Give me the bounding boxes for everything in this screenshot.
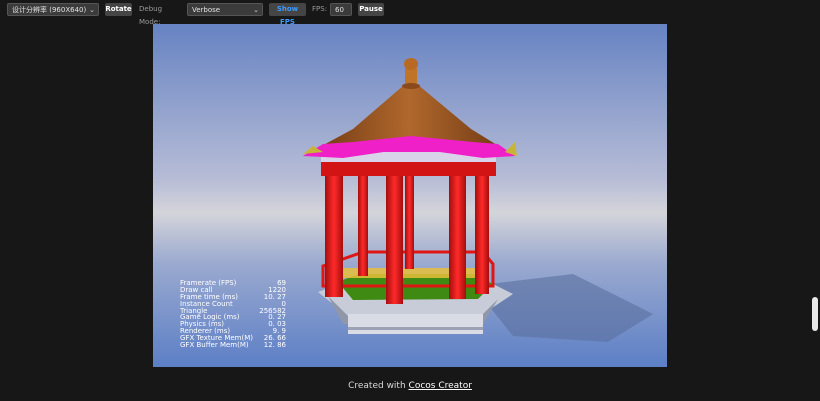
toolbar: 设计分辨率 (960X640) ⌄ Rotate Debug Mode: Ver… [0,0,820,26]
debug-mode-value: Verbose [192,6,221,14]
pause-button[interactable]: Pause [358,3,384,16]
stone-base-front [348,314,483,334]
pillar [358,174,368,276]
footer-prefix: Created with [348,381,409,391]
chevron-down-icon: ⌄ [253,6,259,14]
stone-base-stripe [348,327,483,330]
debug-mode-select[interactable]: Verbose ⌄ [187,3,263,16]
scrollbar-thumb[interactable] [812,297,818,331]
roof-finial-top [404,58,418,70]
stats-panel: Framerate (FPS) 69 Draw call 1220 Frame time… [180,280,286,349]
fps-label: FPS: [312,5,328,13]
pillar [325,169,343,297]
stats-value: 12. 86 [263,341,286,350]
pillar [405,174,414,269]
rotate-button[interactable]: Rotate [105,3,132,16]
stats-row: GFX Buffer Mem(M) 12. 86 [180,342,286,349]
roof-finial-base [402,83,420,89]
cocos-creator-link[interactable]: Cocos Creator [409,381,472,391]
pillar [475,169,489,294]
debug-mode-label: Debug Mode: [139,5,163,26]
show-fps-button[interactable]: Show FPS [269,3,306,26]
pillar [449,164,466,299]
resolution-select[interactable]: 设计分辨率 (960X640) ⌄ [7,3,99,16]
lintel [321,162,496,176]
fps-input[interactable]: 60 [330,3,352,16]
footer: Created with Cocos Creator [0,381,820,391]
chevron-down-icon: ⌄ [89,6,95,14]
resolution-value: 设计分辨率 (960X640) [12,6,87,14]
stats-label: GFX Buffer Mem(M) [180,341,249,350]
pillar [386,164,403,304]
